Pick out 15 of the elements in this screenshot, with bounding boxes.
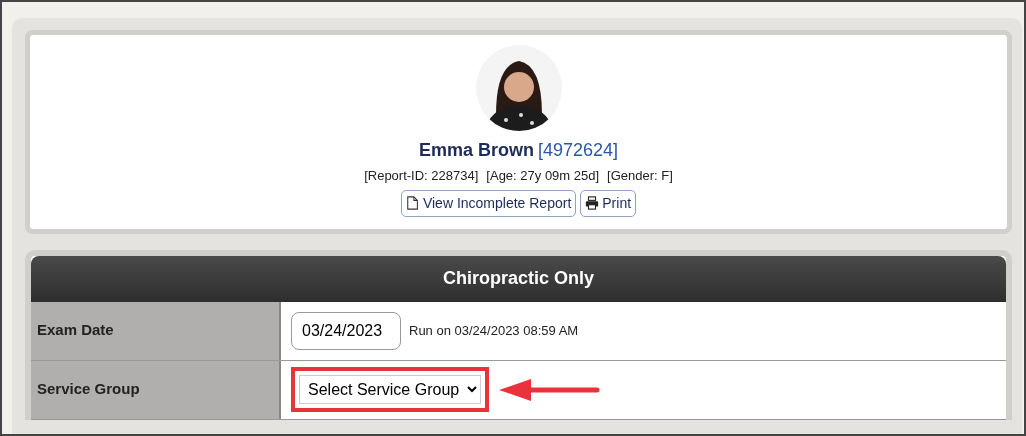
date-field[interactable]: 03/24/2023	[291, 311, 401, 350]
printer-icon	[585, 195, 600, 211]
patient-detail: [Age: 27y 09m 25d]	[486, 167, 600, 185]
patient-detail: [Report-ID: 228734]	[364, 167, 479, 185]
service-group-select[interactable]: Select Service Group	[299, 375, 481, 404]
run-timestamp: Run on 03/24/2023 08:59 AM	[409, 321, 579, 340]
section-header: Chiropractic Only	[31, 255, 1006, 302]
patient-name: Emma Brown	[419, 140, 535, 160]
report-button[interactable]: Print	[580, 189, 637, 217]
patient-id: [4972624]	[537, 140, 618, 160]
report-button[interactable]: View Incomplete Report	[400, 189, 577, 217]
document-icon	[405, 195, 420, 211]
field-label: Exam Date	[31, 301, 281, 360]
field-label: Service Group	[31, 360, 281, 419]
patient-detail: [Gender: F]	[607, 167, 673, 185]
